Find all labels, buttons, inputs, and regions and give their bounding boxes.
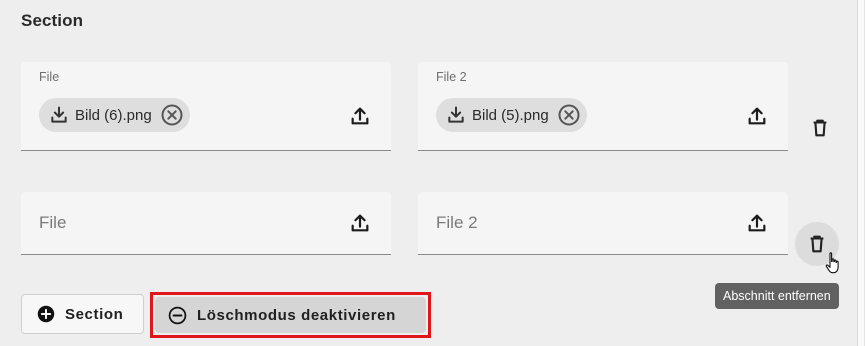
add-circle-icon: [37, 305, 55, 323]
file-field-label: File: [39, 70, 60, 84]
upload-icon: [349, 212, 371, 234]
toggle-delete-mode-label: Löschmodus deaktivieren: [197, 306, 396, 324]
hand-cursor-icon: [824, 251, 842, 280]
file-field[interactable]: File Bild (6).png: [21, 62, 391, 151]
upload-button[interactable]: [347, 103, 373, 129]
remove-circle-icon[interactable]: [160, 103, 184, 127]
file-field-placeholder: File: [39, 213, 67, 232]
add-section-label: Section: [65, 305, 124, 323]
upload-icon: [746, 212, 768, 234]
upload-button[interactable]: [744, 210, 770, 236]
upload-button[interactable]: [347, 210, 373, 236]
upload-icon: [746, 105, 768, 127]
file-chip[interactable]: Bild (6).png: [39, 98, 190, 132]
file-chip-name: Bild (6).png: [75, 106, 152, 124]
remove-section-button[interactable]: [798, 106, 842, 150]
tooltip: Abschnitt entfernen: [715, 283, 839, 309]
file2-field[interactable]: File 2 Bild (5).png: [418, 62, 788, 151]
file-field[interactable]: File: [21, 192, 391, 255]
file2-field-placeholder: File 2: [436, 213, 478, 232]
add-section-button[interactable]: Section: [21, 294, 144, 334]
file2-chip-name: Bild (5).png: [472, 106, 549, 124]
scrollbar-thumb[interactable]: [857, 0, 864, 346]
minus-circle-icon: [168, 306, 187, 325]
upload-icon: [349, 105, 371, 127]
download-icon[interactable]: [446, 105, 466, 125]
file2-field[interactable]: File 2: [418, 192, 788, 255]
upload-button[interactable]: [744, 103, 770, 129]
form-page: Section File Bild (6).png File 2 Bild (5…: [0, 0, 865, 346]
scrollbar-track[interactable]: [857, 0, 865, 346]
file2-chip[interactable]: Bild (5).png: [436, 98, 587, 132]
remove-circle-icon[interactable]: [557, 103, 581, 127]
file2-field-label: File 2: [436, 70, 467, 84]
trash-icon: [809, 117, 831, 139]
section-title: Section: [21, 11, 84, 30]
toggle-delete-mode-button[interactable]: Löschmodus deaktivieren: [155, 297, 426, 333]
download-icon[interactable]: [49, 105, 69, 125]
